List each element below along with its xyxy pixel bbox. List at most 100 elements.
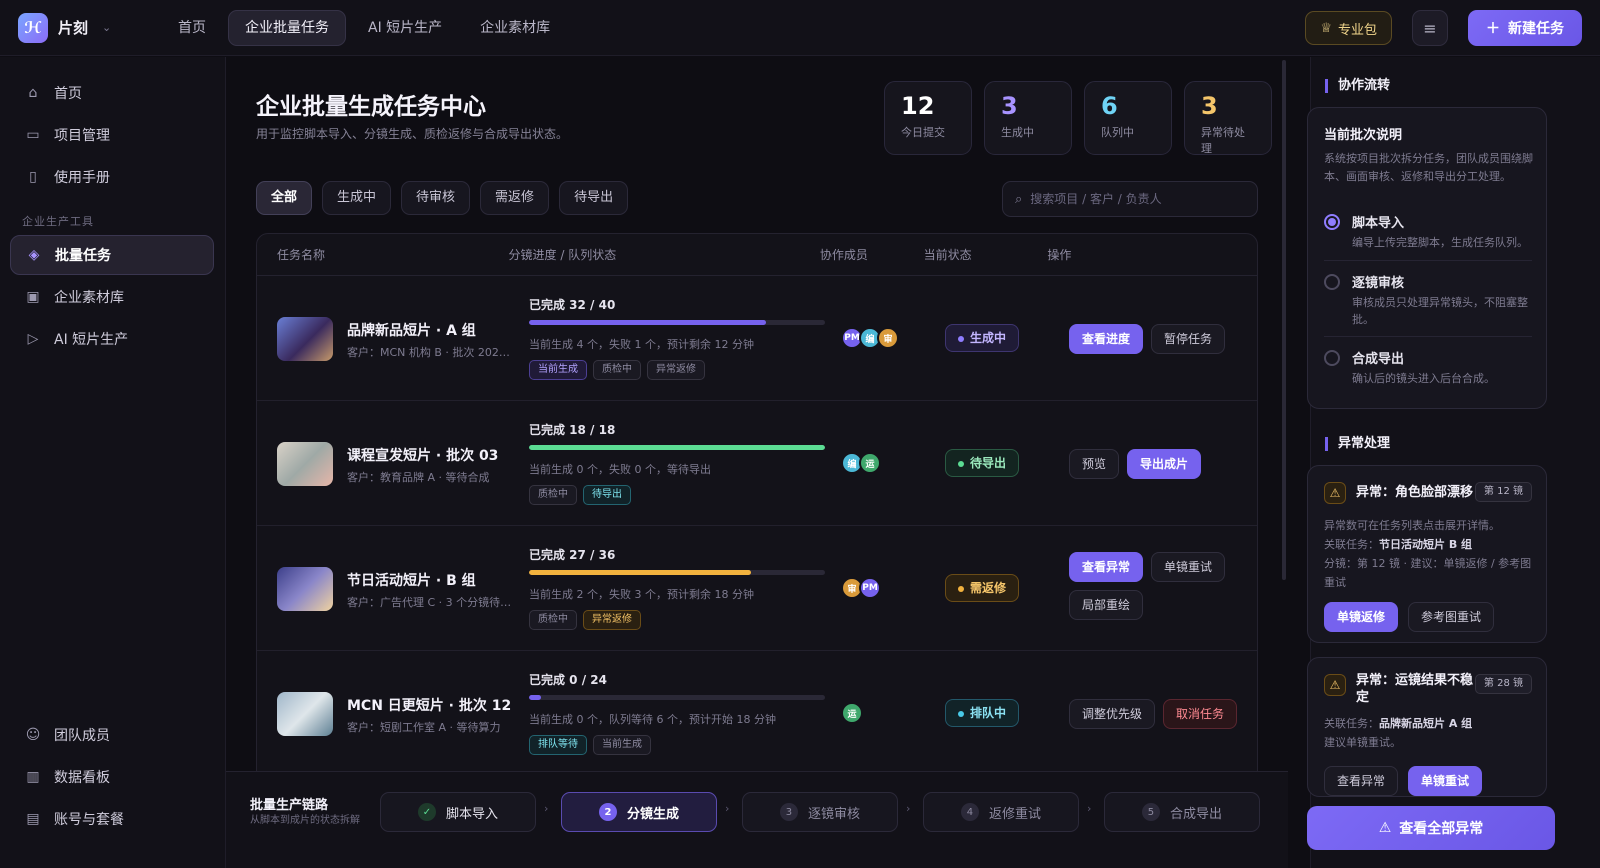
home-icon: ⌂ (28, 85, 38, 101)
exception-line: 建议单镜重试。 (1324, 736, 1401, 749)
stat-card-generating: 3 生成中 (984, 81, 1072, 155)
filter-tabs: 全部 生成中 待审核 需返修 待导出 (256, 181, 629, 215)
sidebar-item-ai-shorts[interactable]: ▷ AI 短片生产 (10, 319, 214, 359)
partial-redraw-button[interactable]: 局部重绘 (1069, 590, 1144, 620)
step-label: 逐镜审核 (807, 806, 860, 822)
topnav-asset-library[interactable]: 企业素材库 (464, 10, 566, 46)
retry-shot-button[interactable]: 单镜重试 (1408, 766, 1483, 796)
topnav-ai-shorts[interactable]: AI 短片生产 (352, 10, 458, 46)
option-desc: 审核成员只处理异常镜头，不阻塞整批。 (1352, 296, 1528, 326)
member-avatars: 运 (841, 702, 863, 724)
adjust-priority-button[interactable]: 调整优先级 (1069, 699, 1156, 729)
task-meta: 客户：教育品牌 A · 等待合成 (347, 471, 490, 484)
filter-needs-fix[interactable]: 需返修 (480, 181, 550, 215)
status-text: 需返修 (970, 581, 1007, 595)
main-scrollbar[interactable] (1282, 60, 1286, 580)
view-exception-button[interactable]: 查看异常 (1324, 766, 1399, 796)
tag: 质检中 (529, 610, 577, 630)
pipeline-step-retry[interactable]: 4 返修重试 (923, 792, 1079, 832)
export-video-button[interactable]: 导出成片 (1127, 449, 1202, 479)
sidebar-item-projects[interactable]: ▭ 项目管理 (10, 115, 214, 155)
stat-label: 今日提交 (901, 126, 945, 139)
app-name: 片刻 (58, 19, 89, 37)
stat-label: 生成中 (1001, 126, 1034, 139)
pro-pack-button[interactable]: ♕ 专业包 (1305, 11, 1392, 45)
table-row[interactable]: 课程宣发短片 · 批次 03 客户：教育品牌 A · 等待合成 已完成 18 /… (257, 401, 1257, 526)
task-meta: 客户：短剧工作室 A · 等待算力 (347, 721, 501, 734)
menu-button[interactable]: ≡ (1412, 10, 1448, 46)
task-thumbnail (277, 442, 333, 486)
section-title-flow: 协作流转 (1325, 79, 1390, 93)
progress-bar-fill (529, 320, 766, 325)
table-header: 任务名称 分镜进度 / 队列状态 协作成员 当前状态 操作 (257, 234, 1257, 276)
chevron-right-icon: › (1087, 802, 1092, 815)
folder-icon: ▭ (26, 127, 40, 143)
status-text: 生成中 (970, 331, 1007, 345)
tag: 当前生成 (529, 360, 587, 380)
status-badge: 待导出 (945, 449, 1020, 477)
task-title: 节日活动短片 · B 组 (347, 573, 476, 589)
brand-switcher[interactable]: ℋ 片刻 ⌄ (18, 12, 148, 43)
table-row[interactable]: 节日活动短片 · B 组 客户：广告代理 C · 3 个分镜待返修 已完成 27… (257, 526, 1257, 651)
view-progress-button[interactable]: 查看进度 (1069, 324, 1144, 354)
option-desc: 确认后的镜头进入后台合成。 (1352, 372, 1495, 385)
option-label: 合成导出 (1352, 352, 1405, 367)
layers-icon: ◈ (28, 247, 40, 263)
pipeline-step-review[interactable]: 3 逐镜审核 (742, 792, 898, 832)
step-label: 返修重试 (988, 806, 1041, 822)
page-subtitle: 用于监控脚本导入、分镜生成、质检返修与合成导出状态。 (256, 127, 569, 141)
pause-task-button[interactable]: 暂停任务 (1151, 324, 1226, 354)
reference-retry-button[interactable]: 参考图重试 (1408, 602, 1495, 632)
bar-chart-icon: ▥ (26, 769, 40, 785)
pipeline-step-import[interactable]: ✓ 脚本导入 (380, 792, 536, 832)
sidebar-item-asset-library[interactable]: ▣ 企业素材库 (10, 277, 214, 317)
sidebar-item-dashboard[interactable]: ▥ 数据看板 (10, 757, 214, 797)
users-icon: ☺ (25, 727, 41, 743)
step-label: 分镜生成 (626, 806, 679, 822)
retry-shot-button[interactable]: 单镜重试 (1151, 552, 1226, 582)
topnav-batch-tasks[interactable]: 企业批量任务 (228, 9, 346, 46)
step-label: 合成导出 (1169, 806, 1222, 822)
search-input[interactable] (1030, 192, 1231, 206)
sidebar-item-manual[interactable]: ▯ 使用手册 (10, 157, 214, 197)
sidebar: ⌂ 首页 ▭ 项目管理 ▯ 使用手册 企业生产工具 ◈ 批量任务 ▣ 企业素材库… (0, 57, 226, 868)
new-task-button[interactable]: ＋ 新建任务 (1468, 10, 1582, 46)
sidebar-item-batch-tasks[interactable]: ◈ 批量任务 (10, 235, 214, 275)
preview-button[interactable]: 预览 (1069, 449, 1120, 479)
sidebar-item-account[interactable]: ▤ 账号与套餐 (10, 799, 214, 839)
progress-bar (529, 445, 825, 450)
row-actions: 预览 导出成片 (1069, 449, 1257, 479)
view-all-label: 查看全部异常 (1399, 821, 1484, 837)
stat-card-submitted: 12 今日提交 (884, 81, 972, 155)
exception-actions: 单镜返修 参考图重试 (1324, 602, 1495, 632)
sidebar-item-team[interactable]: ☺ 团队成员 (10, 715, 214, 755)
exception-card: ⚠ 异常：运镜结果不稳定 第 28 镜 关联任务：品牌新品短片 A 组 建议单镜… (1307, 657, 1547, 797)
option-label: 脚本导入 (1352, 216, 1405, 231)
header-actions: 操作 (1047, 248, 1072, 262)
topnav-home[interactable]: 首页 (162, 10, 222, 46)
filter-pending-export[interactable]: 待导出 (559, 181, 629, 215)
single-shot-fix-button[interactable]: 单镜返修 (1324, 602, 1399, 632)
stat-value: 6 (1101, 92, 1118, 120)
tag-list: 当前生成 质检中 异常返修 (529, 360, 705, 380)
top-right-actions: ♕ 专业包 ≡ ＋ 新建任务 (1305, 10, 1582, 46)
status-dot-icon (958, 335, 964, 342)
shot-badge: 第 12 镜 (1474, 482, 1532, 502)
check-icon: ✓ (417, 803, 436, 821)
cancel-task-button[interactable]: 取消任务 (1163, 699, 1238, 729)
table-row[interactable]: MCN 日更短片 · 批次 12 客户：短剧工作室 A · 等待算力 已完成 0… (257, 651, 1257, 776)
progress-label: 已完成 27 / 36 (529, 548, 616, 562)
filter-all[interactable]: 全部 (256, 181, 313, 215)
pipeline-step-generate[interactable]: 2 分镜生成 (561, 792, 717, 832)
task-name: 节日活动短片 B 组 (1379, 538, 1473, 551)
filter-generating[interactable]: 生成中 (322, 181, 392, 215)
table-row[interactable]: 品牌新品短片 · A 组 客户：MCN 机构 B · 批次 2025-11 已完… (257, 276, 1257, 401)
view-all-exceptions-button[interactable]: ⚠ 查看全部异常 (1307, 806, 1555, 850)
filter-pending-review[interactable]: 待审核 (401, 181, 471, 215)
header-progress: 分镜进度 / 队列状态 (508, 248, 617, 262)
sidebar-item-home[interactable]: ⌂ 首页 (10, 73, 214, 113)
view-exception-button[interactable]: 查看异常 (1069, 552, 1144, 582)
pipeline-step-export[interactable]: 5 合成导出 (1104, 792, 1260, 832)
main-content: 企业批量生成任务中心 用于监控脚本导入、分镜生成、质检返修与合成导出状态。 12… (226, 57, 1308, 868)
progress-label: 已完成 0 / 24 (529, 673, 607, 687)
